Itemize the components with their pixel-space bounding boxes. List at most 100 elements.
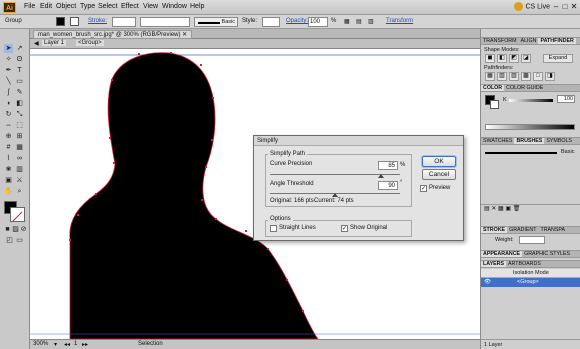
weight-field[interactable]: [519, 236, 545, 244]
free-transform-tool-icon[interactable]: ⬚: [15, 121, 24, 130]
new-brush-icon[interactable]: ▣: [505, 206, 511, 212]
zoom-level[interactable]: 300%: [33, 341, 48, 347]
tab-brushes[interactable]: BRUSHES: [514, 138, 545, 144]
stroke-color-box[interactable]: [10, 207, 25, 222]
selection-tool-icon[interactable]: ➤: [4, 44, 13, 53]
minus-back-icon[interactable]: ◨: [545, 72, 555, 81]
scale-tool-icon[interactable]: ⤡: [15, 110, 24, 119]
exclude-icon[interactable]: ◪: [521, 54, 531, 63]
rectangle-tool-icon[interactable]: ▭: [15, 77, 24, 86]
menu-help[interactable]: Help: [190, 3, 204, 10]
delete-brush-icon[interactable]: 🗑: [513, 206, 521, 212]
menu-file[interactable]: File: [24, 3, 35, 10]
rotate-tool-icon[interactable]: ↻: [4, 110, 13, 119]
angle-threshold-input[interactable]: 90: [378, 181, 398, 190]
eraser-tool-icon[interactable]: ◧: [15, 99, 24, 108]
menu-edit[interactable]: Edit: [40, 3, 52, 10]
perspective-grid-tool-icon[interactable]: ⊞: [15, 132, 24, 141]
tab-stroke[interactable]: STROKE: [481, 227, 508, 233]
next-page-icon[interactable]: ▸▸: [82, 341, 88, 348]
brush-options-icon[interactable]: ▦: [498, 206, 504, 212]
basic-brush-stroke[interactable]: [485, 152, 557, 154]
minus-front-icon[interactable]: ◧: [497, 54, 507, 63]
document-tab[interactable]: man_women_brush_src.jpg* @ 300% (RGB/Pre…: [33, 30, 193, 39]
screen-mode-icon[interactable]: ▭: [15, 236, 24, 245]
width-tool-icon[interactable]: ⇔: [4, 121, 13, 130]
magic-wand-tool-icon[interactable]: ✧: [4, 55, 13, 64]
blend-tool-icon[interactable]: ∞: [15, 154, 24, 163]
straight-lines-checkbox[interactable]: [270, 225, 277, 232]
merge-icon[interactable]: ▨: [509, 72, 519, 81]
zoom-tool-icon[interactable]: ⌕: [15, 187, 24, 196]
close-tab-icon[interactable]: ✕: [182, 32, 187, 38]
brush-library-icon[interactable]: ▤: [484, 206, 490, 212]
tab-gradient[interactable]: GRADIENT: [507, 227, 538, 233]
tab-swatches[interactable]: SWATCHES: [481, 138, 514, 144]
tab-symbols[interactable]: SYMBOLS: [544, 138, 574, 144]
preview-checkbox[interactable]: ✓: [420, 185, 427, 192]
k-slider[interactable]: [509, 99, 553, 102]
divide-icon[interactable]: ▦: [485, 72, 495, 81]
stroke-weight-field[interactable]: [112, 17, 136, 27]
close-icon[interactable]: ✕: [570, 3, 578, 11]
pencil-tool-icon[interactable]: ✎: [15, 88, 24, 97]
blob-brush-tool-icon[interactable]: ◖: [4, 99, 13, 108]
tab-align[interactable]: ALIGN: [519, 38, 539, 44]
menu-window[interactable]: Window: [162, 3, 187, 10]
outline-icon[interactable]: □: [533, 72, 543, 81]
none-mode-icon[interactable]: ⊘: [19, 225, 28, 234]
layer-row-group[interactable]: 👁 <Group>: [481, 278, 580, 287]
shape-builder-tool-icon[interactable]: ⊕: [4, 132, 13, 141]
type-tool-icon[interactable]: T: [15, 66, 24, 75]
crop-icon[interactable]: ▩: [521, 72, 531, 81]
k-value[interactable]: 100: [557, 95, 575, 103]
color-stroke-box[interactable]: [490, 100, 499, 109]
hand-tool-icon[interactable]: ✋: [4, 187, 13, 196]
minimize-icon[interactable]: –: [552, 3, 560, 11]
draw-mode-icon[interactable]: ◰: [5, 236, 14, 245]
gradient-tool-icon[interactable]: ▦: [15, 143, 24, 152]
unite-icon[interactable]: ◼: [485, 54, 495, 63]
paintbrush-tool-icon[interactable]: ʃ: [4, 88, 13, 97]
align-icon[interactable]: ▤: [356, 18, 362, 25]
angle-threshold-thumb[interactable]: [332, 193, 338, 197]
curve-precision-input[interactable]: 85: [378, 161, 398, 170]
curve-precision-thumb[interactable]: [377, 174, 384, 178]
artboard-tool-icon[interactable]: ▣: [4, 176, 13, 185]
variable-width-dropdown[interactable]: [140, 17, 190, 27]
menu-type[interactable]: Type: [80, 3, 95, 10]
tab-transform[interactable]: TRANSFORM: [481, 38, 519, 44]
line-tool-icon[interactable]: ╲: [4, 77, 13, 86]
cancel-button[interactable]: Cancel: [422, 169, 456, 180]
color-spectrum-bar[interactable]: [485, 124, 575, 130]
pen-tool-icon[interactable]: ✒: [4, 66, 13, 75]
distribute-icon[interactable]: ▥: [368, 18, 374, 25]
brush-dropdown[interactable]: Basic: [194, 17, 238, 27]
symbol-sprayer-tool-icon[interactable]: ❀: [4, 165, 13, 174]
style-dropdown[interactable]: [262, 17, 280, 27]
column-graph-tool-icon[interactable]: ▥: [15, 165, 24, 174]
menu-effect[interactable]: Effect: [121, 3, 139, 10]
tab-color-guide[interactable]: COLOR GUIDE: [504, 85, 545, 91]
tab-appearance[interactable]: APPEARANCE: [481, 251, 523, 257]
remove-stroke-icon[interactable]: ✕: [491, 206, 496, 212]
opacity-link[interactable]: Opacity:: [286, 18, 308, 24]
menu-view[interactable]: View: [143, 3, 158, 10]
tab-pathfinder[interactable]: PATHFINDER: [538, 38, 576, 44]
eyedropper-tool-icon[interactable]: ⌇: [4, 154, 13, 163]
tab-transparency[interactable]: TRANSPA: [538, 227, 567, 233]
opacity-field[interactable]: 100: [308, 17, 328, 27]
intersect-icon[interactable]: ◩: [509, 54, 519, 63]
isolation-group-label[interactable]: <Group>: [76, 40, 104, 46]
transform-link[interactable]: Transform: [386, 18, 413, 24]
tab-color[interactable]: COLOR: [481, 85, 505, 91]
tab-artboards[interactable]: ARTBOARDS: [506, 261, 543, 267]
stroke-swatch[interactable]: [70, 17, 79, 26]
tab-layers[interactable]: LAYERS: [481, 261, 506, 267]
stroke-link[interactable]: Stroke:: [88, 18, 107, 24]
document-setup-icon[interactable]: ▦: [344, 18, 350, 25]
tab-graphic-styles[interactable]: GRAPHIC STYLES: [522, 251, 572, 257]
slice-tool-icon[interactable]: ⚔: [15, 176, 24, 185]
visibility-eye-icon[interactable]: 👁: [484, 279, 491, 285]
first-page-icon[interactable]: ◂◂: [64, 341, 70, 348]
